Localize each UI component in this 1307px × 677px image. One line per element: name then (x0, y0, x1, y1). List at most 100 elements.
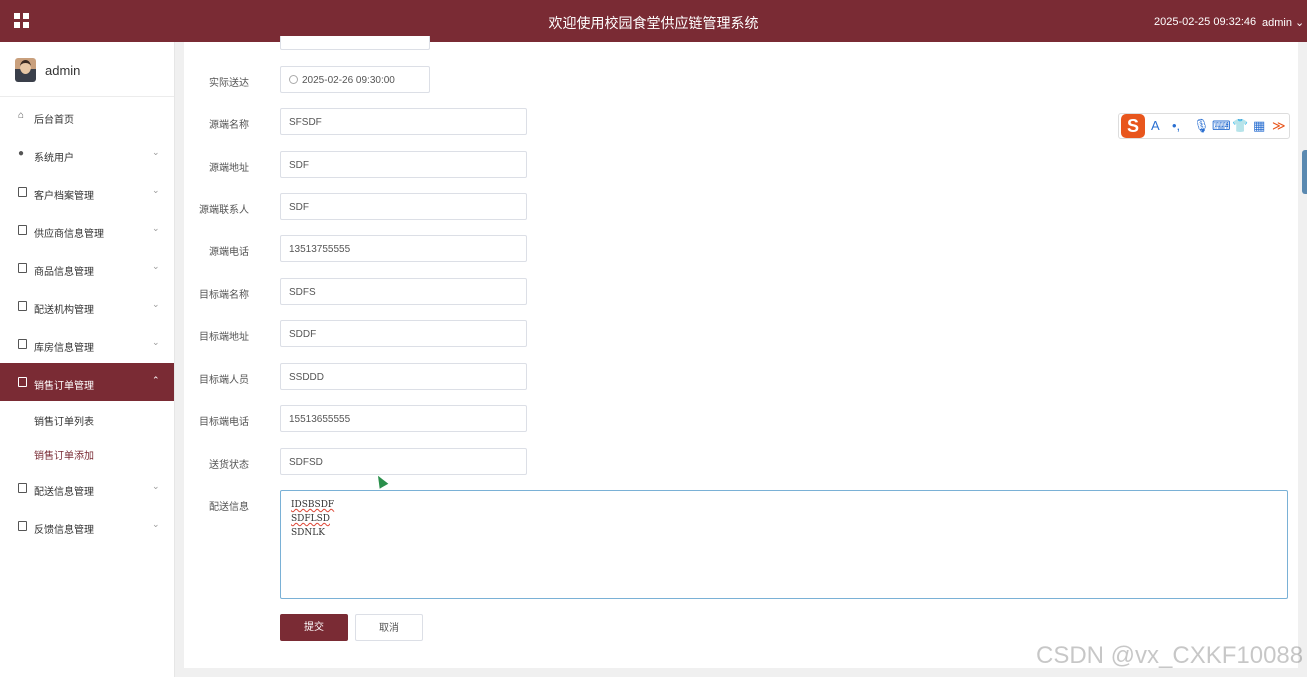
microphone-icon[interactable]: 🎙 (1193, 118, 1210, 134)
sidebar: admin ⌂ 后台首页 ● 系统用户 ⌄ 客户档案管理 ⌄ 供应商信息管理 ⌄… (0, 42, 175, 677)
source-name-input[interactable]: SFSDF (280, 108, 527, 135)
field-label: 目标端人员 (199, 375, 249, 386)
sidebar-item-label: 配送机构管理 (34, 305, 94, 316)
field-label: 配送信息 (209, 502, 249, 513)
profile-block: admin (0, 42, 174, 97)
source-contact-input[interactable]: SDF (280, 193, 527, 220)
target-address-input[interactable]: SDDF (280, 320, 527, 347)
doc-icon (18, 187, 28, 197)
clock-icon (289, 75, 298, 84)
sidebar-subitem-order-list[interactable]: 销售订单列表 (0, 401, 174, 435)
punctuation-icon[interactable]: •, (1172, 118, 1180, 134)
sidebar-item-system-users[interactable]: ● 系统用户 ⌄ (0, 135, 174, 173)
sidebar-item-label: 客户档案管理 (34, 191, 94, 202)
chevron-down-icon: ⌄ (152, 223, 160, 233)
sidebar-subitem-label: 销售订单列表 (34, 417, 94, 428)
more-icon[interactable]: ≫ (1272, 118, 1286, 134)
field-label: 源端电话 (209, 247, 249, 258)
top-bar: 欢迎使用校园食堂供应链管理系统 2025-02-25 09:32:46 admi… (0, 0, 1307, 42)
textarea-line: SDNLK (291, 528, 325, 538)
sidebar-item-home[interactable]: ⌂ 后台首页 (0, 97, 174, 135)
chevron-down-icon: ⌄ (1291, 17, 1305, 29)
page-title: 欢迎使用校园食堂供应链管理系统 (548, 15, 759, 31)
textarea-line: SDFLSD (291, 514, 330, 524)
doc-icon (18, 377, 28, 387)
chevron-up-icon: ⌃ (152, 375, 160, 385)
sidebar-item-customers[interactable]: 客户档案管理 ⌄ (0, 173, 174, 211)
field-value: SSDDD (289, 372, 325, 383)
field-value: SFSDF (289, 117, 322, 128)
submit-button[interactable]: 提交 (280, 614, 348, 641)
side-scroll-handle[interactable] (1302, 150, 1307, 194)
sidebar-item-feedback[interactable]: 反馈信息管理 ⌄ (0, 507, 174, 545)
sidebar-item-label: 销售订单管理 (34, 381, 94, 392)
field-value: SDFSD (289, 457, 323, 468)
sidebar-item-label: 反馈信息管理 (34, 525, 94, 536)
keyboard-icon[interactable]: ⌨ (1212, 118, 1231, 134)
field-value: SDF (289, 160, 309, 171)
sidebar-item-delivery-orgs[interactable]: 配送机构管理 ⌄ (0, 287, 174, 325)
sidebar-item-label: 商品信息管理 (34, 267, 94, 278)
apps-grid-icon[interactable]: ▦ (1253, 118, 1265, 134)
sidebar-item-products[interactable]: 商品信息管理 ⌄ (0, 249, 174, 287)
source-address-input[interactable]: SDF (280, 151, 527, 178)
textarea-line: IDSBSDF (291, 500, 335, 510)
scrolled-field[interactable] (280, 36, 430, 50)
doc-icon (18, 339, 28, 349)
delivery-info-textarea[interactable]: IDSBSDF SDFLSD SDNLK (280, 490, 1288, 599)
chevron-down-icon: ⌄ (152, 337, 160, 347)
chevron-down-icon: ⌄ (152, 481, 160, 491)
profile-name: admin (45, 63, 81, 78)
sidebar-item-sales-orders[interactable]: 销售订单管理 ⌃ (0, 363, 174, 401)
field-label: 目标端地址 (199, 332, 249, 343)
field-label: 实际送达 (209, 78, 249, 89)
user-menu-label: admin (1262, 17, 1292, 29)
field-label: 源端联系人 (199, 205, 249, 216)
chevron-down-icon: ⌄ (152, 299, 160, 309)
field-value: SDDF (289, 329, 317, 340)
doc-icon (18, 483, 28, 493)
ime-toolbar: S A •, 🎙 ⌨ 👕 ▦ ≫ (1118, 113, 1290, 139)
field-value: SDFS (289, 287, 316, 298)
delivery-status-input[interactable]: SDFSD (280, 448, 527, 475)
avatar (15, 58, 36, 82)
sidebar-item-warehouse[interactable]: 库房信息管理 ⌄ (0, 325, 174, 363)
doc-icon (18, 301, 28, 311)
language-toggle[interactable]: A (1151, 118, 1160, 134)
chevron-down-icon: ⌄ (152, 185, 160, 195)
watermark: CSDN @vx_CXKF10088 (1036, 642, 1304, 669)
datetime-display: 2025-02-25 09:32:46 (1154, 16, 1257, 28)
sogou-logo-icon[interactable]: S (1121, 114, 1145, 138)
sidebar-item-suppliers[interactable]: 供应商信息管理 ⌄ (0, 211, 174, 249)
user-menu[interactable]: admin ⌄ (1262, 16, 1304, 29)
doc-icon (18, 521, 28, 531)
field-label: 目标端电话 (199, 417, 249, 428)
cancel-button[interactable]: 取消 (355, 614, 423, 641)
actual-delivery-input[interactable]: 2025-02-26 09:30:00 (280, 66, 430, 93)
field-value: 2025-02-26 09:30:00 (302, 75, 395, 86)
source-phone-input[interactable]: 13513755555 (280, 235, 527, 262)
sidebar-subitem-label: 销售订单添加 (34, 451, 94, 462)
sidebar-item-label: 库房信息管理 (34, 343, 94, 354)
user-icon: ● (18, 148, 25, 159)
doc-icon (18, 225, 28, 235)
sidebar-item-label: 配送信息管理 (34, 487, 94, 498)
sidebar-item-label: 系统用户 (34, 153, 74, 164)
field-label: 源端名称 (209, 120, 249, 131)
field-value: 15513655555 (289, 414, 351, 425)
target-phone-input[interactable]: 15513655555 (280, 405, 527, 432)
chevron-down-icon: ⌄ (152, 519, 160, 529)
field-label: 目标端名称 (199, 290, 249, 301)
target-person-input[interactable]: SSDDD (280, 363, 527, 390)
sidebar-subitem-order-add[interactable]: 销售订单添加 (0, 435, 174, 469)
skin-icon[interactable]: 👕 (1232, 118, 1248, 134)
sidebar-item-delivery-info[interactable]: 配送信息管理 ⌄ (0, 469, 174, 507)
chevron-down-icon: ⌄ (152, 147, 160, 157)
target-name-input[interactable]: SDFS (280, 278, 527, 305)
field-label: 源端地址 (209, 163, 249, 174)
sidebar-item-label: 后台首页 (34, 115, 74, 126)
sidebar-item-label: 供应商信息管理 (34, 229, 104, 240)
field-label: 送货状态 (209, 460, 249, 471)
field-value: SDF (289, 202, 309, 213)
home-icon: ⌂ (18, 110, 25, 121)
